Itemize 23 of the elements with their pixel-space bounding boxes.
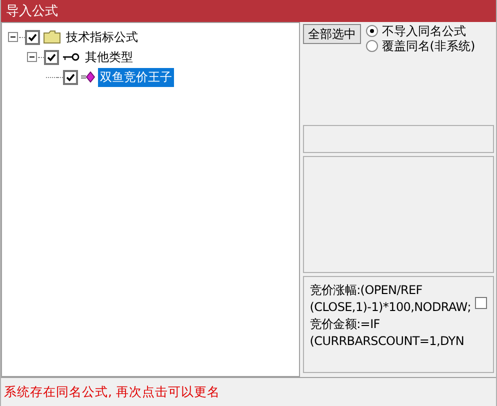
tree-item[interactable]: 其他类型 bbox=[83, 48, 135, 66]
collapse-icon[interactable] bbox=[27, 52, 38, 62]
option-label[interactable]: 覆盖同名(非系统) bbox=[382, 38, 476, 54]
tree-item[interactable]: 双鱼竞价王子 bbox=[98, 68, 174, 86]
collapse-icon[interactable] bbox=[8, 32, 19, 42]
option-label[interactable]: 不导入同名公式 bbox=[382, 22, 466, 40]
select-all-button[interactable]: 全部选中 bbox=[302, 24, 361, 44]
checkbox[interactable] bbox=[63, 70, 78, 84]
formula-line: 竞价金额:=IF bbox=[310, 316, 381, 333]
formula-line: (CURRBARSCOUNT=1,DYN bbox=[310, 333, 465, 350]
checkbox[interactable] bbox=[44, 50, 59, 64]
diamond-icon bbox=[81, 71, 95, 83]
checkbox[interactable] bbox=[25, 30, 40, 44]
radio-button[interactable] bbox=[366, 25, 378, 37]
formula-line: 竞价涨幅:(OPEN/REF bbox=[310, 282, 424, 299]
folder-icon bbox=[43, 30, 61, 44]
key-icon bbox=[62, 52, 80, 62]
status-message: 系统存在同名公式, 再次点击可以更名 bbox=[4, 384, 220, 400]
tree-item[interactable]: 技术指标公式 bbox=[64, 28, 140, 46]
window-title: 导入公式 bbox=[6, 3, 58, 20]
formula-line: (CLOSE,1)-1)*100,NODRAW; bbox=[310, 299, 471, 316]
checkbox[interactable] bbox=[475, 297, 487, 309]
radio-button[interactable] bbox=[366, 40, 378, 52]
